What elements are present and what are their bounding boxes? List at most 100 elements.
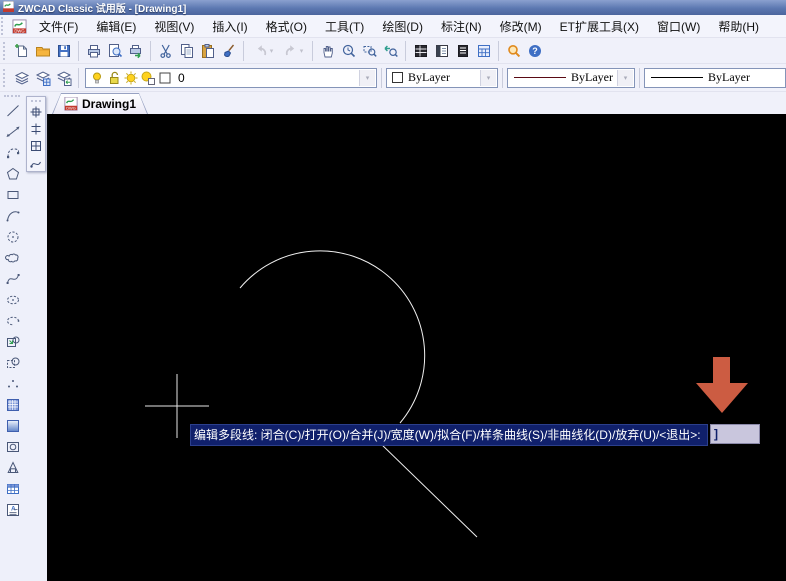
midpoint-button[interactable]: [28, 121, 44, 137]
menu-item-t[interactable]: 工具(T): [316, 15, 373, 38]
construction-line-button[interactable]: [3, 122, 23, 142]
color-swatch-icon[interactable]: [157, 70, 173, 86]
find-button[interactable]: [503, 40, 524, 61]
zwcad-window: ZWCAD Classic 试用版 - [Drawing1] DWG 文件(F)…: [0, 0, 786, 581]
undo-dropdown-icon[interactable]: ▾: [270, 47, 274, 55]
snap-point-button[interactable]: [28, 104, 44, 120]
make-block-button[interactable]: [3, 353, 23, 373]
menubar-grip[interactable]: [1, 17, 6, 35]
toolbar-separator: [502, 68, 503, 88]
zoom-realtime-button[interactable]: [338, 40, 359, 61]
standard-toolbar-grip[interactable]: [3, 42, 8, 60]
pan-button[interactable]: [317, 40, 338, 61]
zoom-window-button[interactable]: [359, 40, 380, 61]
command-input-field[interactable]: ]: [710, 424, 760, 444]
menu-item-i[interactable]: 插入(I): [203, 15, 256, 38]
layer-states-button[interactable]: [32, 67, 53, 88]
plot-state-icon[interactable]: [140, 70, 156, 86]
main-area: [0, 114, 786, 581]
layer-combo-dropdown-icon[interactable]: ▾: [359, 70, 375, 86]
menu-item-d[interactable]: 绘图(D): [373, 15, 432, 38]
arc-button[interactable]: [3, 206, 23, 226]
color-combo-dropdown-icon[interactable]: ▾: [480, 70, 496, 86]
linetype-combo-dropdown-icon[interactable]: ▾: [617, 70, 633, 86]
save-icon: [56, 43, 72, 59]
hatch-button[interactable]: [3, 395, 23, 415]
spline-button[interactable]: [3, 269, 23, 289]
menu-item-e[interactable]: 编辑(E): [87, 15, 145, 38]
menu-item-h[interactable]: 帮助(H): [709, 15, 768, 38]
menu-item-f[interactable]: 文件(F): [30, 15, 87, 38]
menu-item-w[interactable]: 窗口(W): [648, 15, 709, 38]
point-button[interactable]: [3, 374, 23, 394]
curve-snap-button[interactable]: [28, 155, 44, 171]
format-painter-button[interactable]: [218, 40, 239, 61]
lock-icon[interactable]: [106, 70, 122, 86]
polygon-button[interactable]: [3, 164, 23, 184]
redo-icon: [283, 43, 299, 59]
spline-icon: [5, 271, 21, 287]
curve-snap-icon: [29, 156, 43, 170]
hatch-icon: [5, 397, 21, 413]
cut-button[interactable]: [155, 40, 176, 61]
properties-toolbar-grip[interactable]: [3, 69, 8, 87]
gradient-button[interactable]: [3, 416, 23, 436]
standard-toolbar: ▾ ▾?: [0, 38, 786, 64]
wipeout-button[interactable]: [3, 458, 23, 478]
open-folder-button[interactable]: [32, 40, 53, 61]
title-bar[interactable]: ZWCAD Classic 试用版 - [Drawing1]: [0, 0, 786, 15]
copy-button[interactable]: [176, 40, 197, 61]
paste-button[interactable]: [197, 40, 218, 61]
zwcad-app-icon: [3, 0, 14, 17]
zoom-previous-button[interactable]: [380, 40, 401, 61]
table-button[interactable]: [3, 479, 23, 499]
ellipse-arc-button[interactable]: [3, 311, 23, 331]
line-button[interactable]: [3, 101, 23, 121]
redo-button[interactable]: ▾: [278, 40, 308, 61]
region-button[interactable]: [3, 437, 23, 457]
lineweight-combobox[interactable]: ByLayer: [644, 68, 786, 88]
quickcalc-button[interactable]: [473, 40, 494, 61]
grid-snap-button[interactable]: [28, 138, 44, 154]
help-button[interactable]: ?: [524, 40, 545, 61]
properties-palette-button[interactable]: [410, 40, 431, 61]
new-file-button[interactable]: [11, 40, 32, 61]
menu-item-n[interactable]: 标注(N): [432, 15, 491, 38]
tool-palettes-button[interactable]: [452, 40, 473, 61]
polyline-button[interactable]: [3, 143, 23, 163]
sun-icon[interactable]: [123, 70, 139, 86]
menu-item-m[interactable]: 修改(M): [491, 15, 551, 38]
color-combobox[interactable]: ByLayer ▾: [386, 68, 498, 88]
layer-manager-button[interactable]: [11, 67, 32, 88]
osnap-toolbar-grip[interactable]: [31, 100, 41, 102]
plot-button[interactable]: [125, 40, 146, 61]
redo-dropdown-icon[interactable]: ▾: [300, 47, 304, 55]
layer-states-icon: [35, 70, 51, 86]
layer-combobox[interactable]: 0 ▾: [85, 68, 377, 88]
print-button[interactable]: [83, 40, 104, 61]
model-space-canvas[interactable]: [47, 114, 786, 581]
linetype-combobox[interactable]: ByLayer ▾: [507, 68, 635, 88]
designcenter-button[interactable]: [431, 40, 452, 61]
menu-item-etx[interactable]: ET扩展工具(X): [551, 15, 648, 38]
insert-block-button[interactable]: [3, 332, 23, 352]
menu-item-o[interactable]: 格式(O): [257, 15, 316, 38]
tab-drawing1[interactable]: DWG Drawing1: [52, 93, 148, 114]
circle-button[interactable]: [3, 227, 23, 247]
bulb-icon[interactable]: [89, 70, 105, 86]
paste-icon: [200, 43, 216, 59]
print-preview-button[interactable]: [104, 40, 125, 61]
undo-button[interactable]: ▾: [248, 40, 278, 61]
draw-toolbar-grip[interactable]: [4, 95, 20, 99]
layer-previous-button[interactable]: [53, 67, 74, 88]
save-button[interactable]: [53, 40, 74, 61]
designcenter-icon: [434, 43, 450, 59]
circle-icon: [5, 229, 21, 245]
mtext-button[interactable]: A: [3, 500, 23, 520]
menu-item-v[interactable]: 视图(V): [145, 15, 203, 38]
ellipse-button[interactable]: [3, 290, 23, 310]
revision-cloud-button[interactable]: [3, 248, 23, 268]
rectangle-button[interactable]: [3, 185, 23, 205]
dwg-logo-icon[interactable]: DWG: [8, 16, 30, 36]
svg-text:A: A: [11, 506, 16, 513]
